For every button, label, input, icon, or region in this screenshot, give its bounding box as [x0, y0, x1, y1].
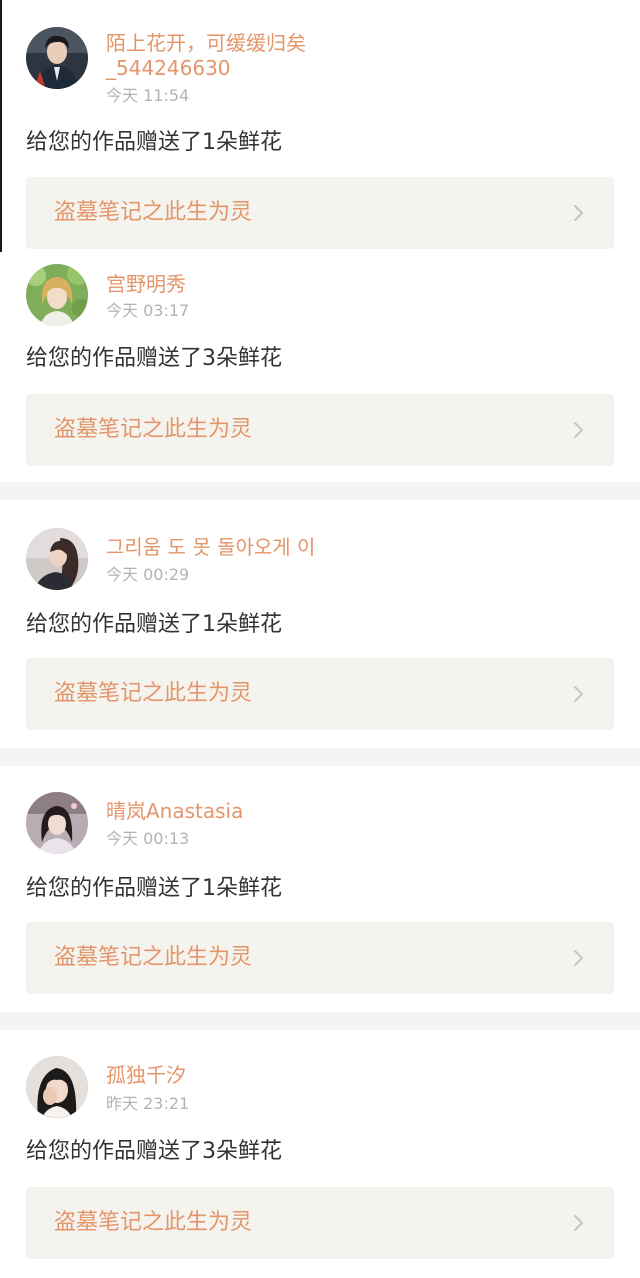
chevron-right-icon	[570, 685, 588, 703]
chevron-right-icon	[570, 204, 588, 222]
work-title: 盗墓笔记之此生为灵	[54, 200, 253, 225]
username[interactable]: 孤独千汐	[106, 1062, 186, 1088]
username[interactable]: 晴岚Anastasia	[106, 798, 243, 824]
timestamp: 今天 00:13	[106, 829, 190, 848]
avatar-girl-covering-face-icon	[26, 1056, 88, 1118]
work-title: 盗墓笔记之此生为灵	[54, 417, 253, 442]
gift-message: 给您的作品赠送了1朵鲜花	[26, 130, 282, 155]
avatar-woman-profile-icon	[26, 528, 88, 590]
chevron-right-icon	[570, 949, 588, 967]
work-link[interactable]: 盗墓笔记之此生为灵	[26, 1187, 614, 1259]
divider	[0, 0, 2, 252]
username[interactable]: 그리움 도 못 돌아오게 이	[106, 534, 315, 560]
work-link[interactable]: 盗墓笔记之此生为灵	[26, 394, 614, 466]
user-avatar[interactable]	[26, 264, 88, 326]
notification-feed: 陌上花开，可缓缓归矣 _544246630 今天 11:54 给您的作品赠送了1…	[0, 0, 640, 1278]
user-avatar[interactable]	[26, 528, 88, 590]
work-title: 盗墓笔记之此生为灵	[54, 945, 253, 970]
work-link[interactable]: 盗墓笔记之此生为灵	[26, 658, 614, 730]
notification-card: 晴岚Anastasia 今天 00:13 给您的作品赠送了1朵鲜花 盗墓笔记之此…	[0, 766, 640, 1012]
gift-message: 给您的作品赠送了3朵鲜花	[26, 1139, 282, 1164]
username[interactable]: 宫野明秀	[106, 271, 186, 297]
notification-card: 宫野明秀 今天 03:17 给您的作品赠送了3朵鲜花 盗墓笔记之此生为灵	[0, 252, 640, 482]
avatar-girl-in-greenery-icon	[26, 264, 88, 326]
timestamp: 今天 11:54	[106, 86, 190, 105]
notification-card: 陌上花开，可缓缓归矣 _544246630 今天 11:54 给您的作品赠送了1…	[0, 0, 640, 252]
timestamp: 今天 00:29	[106, 565, 190, 584]
notification-card: 孤独千汐 昨天 23:21 给您的作品赠送了3朵鲜花 盗墓笔记之此生为灵	[0, 1030, 640, 1278]
gift-message: 给您的作品赠送了3朵鲜花	[26, 346, 282, 371]
gift-message: 给您的作品赠送了1朵鲜花	[26, 612, 282, 637]
gift-message: 给您的作品赠送了1朵鲜花	[26, 876, 282, 901]
work-title: 盗墓笔记之此生为灵	[54, 1210, 253, 1235]
chevron-right-icon	[570, 421, 588, 439]
avatar-girl-dark-hair-icon	[26, 792, 88, 854]
timestamp: 今天 03:17	[106, 301, 190, 320]
user-avatar[interactable]	[26, 792, 88, 854]
user-avatar[interactable]	[26, 27, 88, 89]
work-link[interactable]: 盗墓笔记之此生为灵	[26, 922, 614, 994]
chevron-right-icon	[570, 1214, 588, 1232]
user-avatar[interactable]	[26, 1056, 88, 1118]
notification-card: 그리움 도 못 돌아오게 이 今天 00:29 给您的作品赠送了1朵鲜花 盗墓笔…	[0, 500, 640, 748]
avatar-boy-in-jacket-icon	[26, 27, 88, 89]
username[interactable]: 陌上花开，可缓缓归矣	[106, 30, 306, 56]
timestamp: 昨天 23:21	[106, 1094, 190, 1113]
work-title: 盗墓笔记之此生为灵	[54, 681, 253, 706]
work-link[interactable]: 盗墓笔记之此生为灵	[26, 177, 614, 249]
username-continued[interactable]: _544246630	[106, 55, 231, 81]
